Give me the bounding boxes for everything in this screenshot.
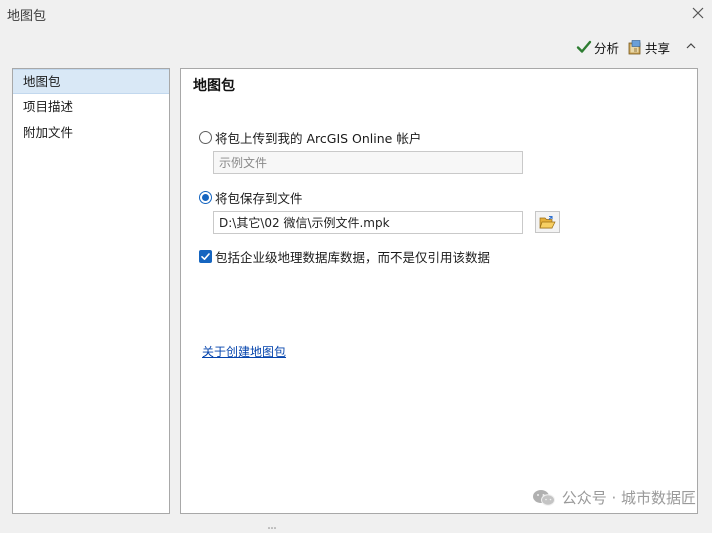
watermark: 公众号 · 城市数据匠 <box>532 487 696 508</box>
watermark-text: 公众号 · 城市数据匠 <box>561 489 696 507</box>
share-button[interactable]: 共享 <box>627 38 670 57</box>
panel-title: 地图包 <box>193 78 235 94</box>
browse-button[interactable] <box>535 211 560 233</box>
toolbar: 分析 共享 <box>576 36 698 58</box>
analyze-button[interactable]: 分析 <box>576 38 619 57</box>
window-title: 地图包 <box>7 9 47 24</box>
sidebar-item-additional-files[interactable]: 附加文件 <box>13 120 169 146</box>
share-package-icon <box>628 40 641 55</box>
analyze-label: 分析 <box>593 40 619 56</box>
folder-open-icon <box>539 215 556 228</box>
splitter-grip[interactable] <box>268 519 276 529</box>
close-icon <box>692 7 704 19</box>
sidebar-item-map-package[interactable]: 地图包 <box>13 69 169 94</box>
check-mark-icon <box>201 253 210 260</box>
map-package-window: 地图包 分析 共享 地图包 项目描述 附加文件 地图包 将包上传到我的 ArcG… <box>0 0 712 529</box>
save-option-label: 将包保存到文件 <box>215 191 303 206</box>
checkmark-icon <box>576 40 592 53</box>
grip-dots-icon <box>268 527 276 529</box>
close-button[interactable] <box>688 3 708 23</box>
save-option[interactable]: 将包保存到文件 <box>199 188 303 207</box>
include-enterprise-label: 包括企业级地理数据库数据，而不是仅引用该数据 <box>215 250 491 265</box>
save-path-field[interactable] <box>213 211 523 234</box>
upload-option-label: 将包上传到我的 ArcGIS Online 帐户 <box>215 131 422 146</box>
help-link[interactable]: 关于创建地图包 <box>202 343 286 360</box>
wechat-icon <box>532 489 555 506</box>
upload-name-field[interactable] <box>213 151 523 174</box>
upload-option[interactable]: 将包上传到我的 ArcGIS Online 帐户 <box>199 128 421 147</box>
title-bar: 地图包 <box>0 0 712 27</box>
chevron-up-icon <box>686 42 696 48</box>
sidebar-item-item-description[interactable]: 项目描述 <box>13 94 169 120</box>
sidebar-nav: 地图包 项目描述 附加文件 <box>12 68 170 514</box>
collapse-button[interactable] <box>684 39 698 56</box>
upload-radio[interactable] <box>199 131 212 144</box>
include-enterprise-option[interactable]: 包括企业级地理数据库数据，而不是仅引用该数据 <box>199 247 490 266</box>
share-label: 共享 <box>644 40 670 56</box>
save-radio[interactable] <box>199 191 212 204</box>
main-panel: 地图包 将包上传到我的 ArcGIS Online 帐户 将包保存到文件 <box>180 68 698 514</box>
include-enterprise-checkbox[interactable] <box>199 250 212 263</box>
